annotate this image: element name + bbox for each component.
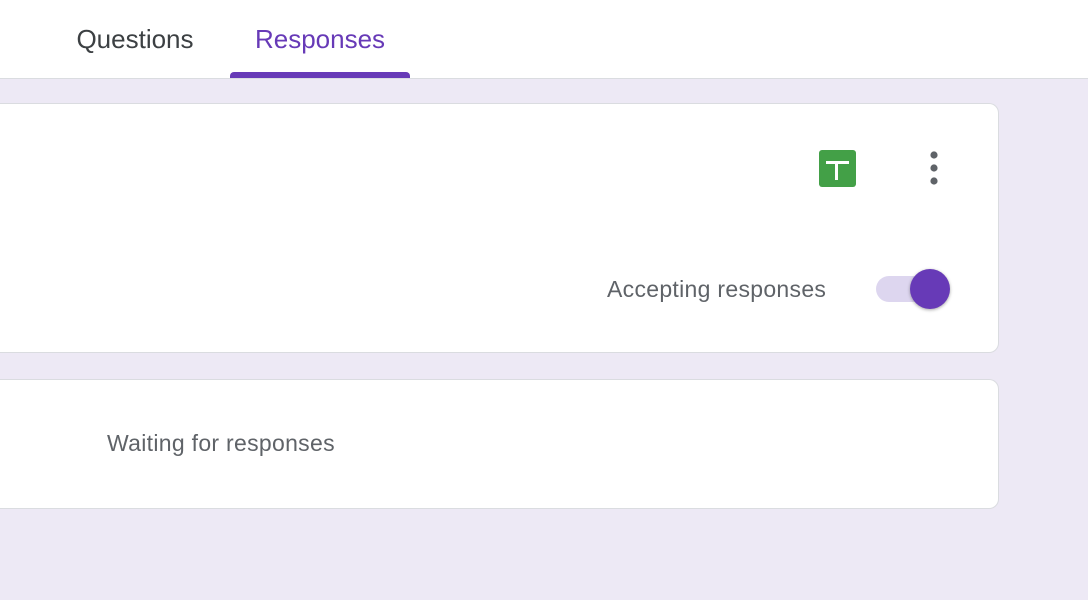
tab-responses-label: Responses bbox=[254, 23, 386, 54]
tab-questions[interactable]: Questions bbox=[60, 0, 210, 78]
accepting-responses-label: Accepting responses bbox=[607, 276, 827, 302]
waiting-for-responses-text: Waiting for responses bbox=[107, 430, 335, 456]
tab-questions-label: Questions bbox=[76, 23, 194, 54]
accepting-responses-toggle[interactable] bbox=[876, 268, 952, 310]
more-options-icon[interactable] bbox=[914, 148, 954, 188]
top-tab-bar: Questions Responses bbox=[0, 0, 1088, 79]
active-tab-indicator bbox=[230, 72, 410, 78]
responses-summary-card bbox=[0, 103, 999, 353]
google-sheets-icon[interactable] bbox=[819, 150, 856, 187]
tab-responses[interactable]: Responses bbox=[230, 0, 410, 78]
toggle-thumb bbox=[910, 269, 950, 309]
